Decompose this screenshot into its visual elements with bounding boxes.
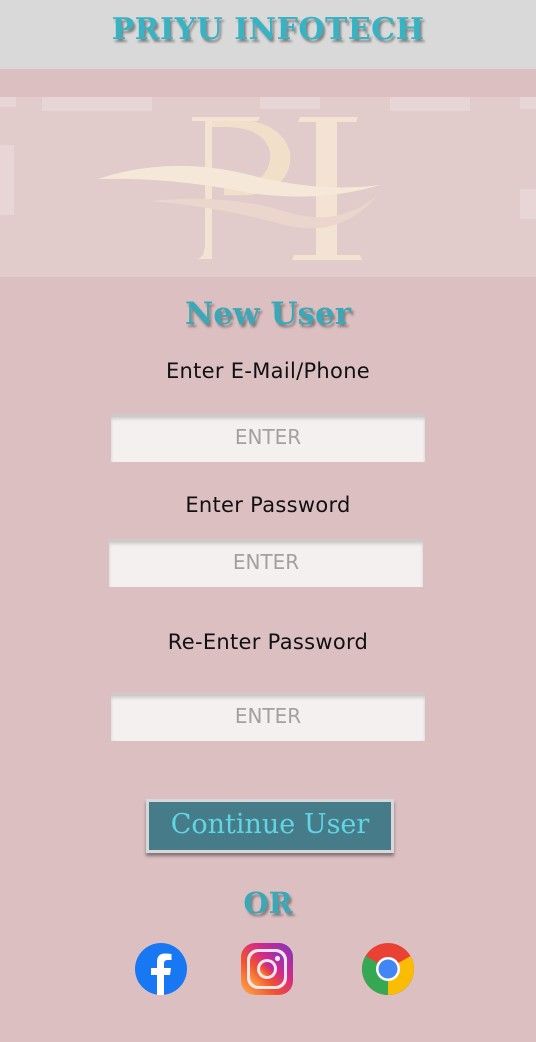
or-divider: OR <box>243 886 293 920</box>
email-phone-input[interactable] <box>111 414 425 462</box>
chrome-icon[interactable] <box>361 942 415 996</box>
repassword-label: Re-Enter Password <box>167 630 369 654</box>
instagram-icon[interactable] <box>240 942 294 996</box>
email-label: Enter E-Mail/Phone <box>165 359 371 383</box>
app-title: PRIYU INFOTECH <box>111 12 425 47</box>
logo-banner <box>0 97 536 277</box>
password-label: Enter Password <box>185 493 351 517</box>
repassword-input[interactable] <box>111 693 425 741</box>
pi-monogram-logo-icon <box>98 117 380 260</box>
continue-user-button[interactable]: Continue User <box>146 799 394 853</box>
page-title: New User <box>184 296 352 332</box>
facebook-icon[interactable] <box>134 942 188 996</box>
header-bar: PRIYU INFOTECH <box>0 0 536 69</box>
password-input[interactable] <box>109 539 423 587</box>
